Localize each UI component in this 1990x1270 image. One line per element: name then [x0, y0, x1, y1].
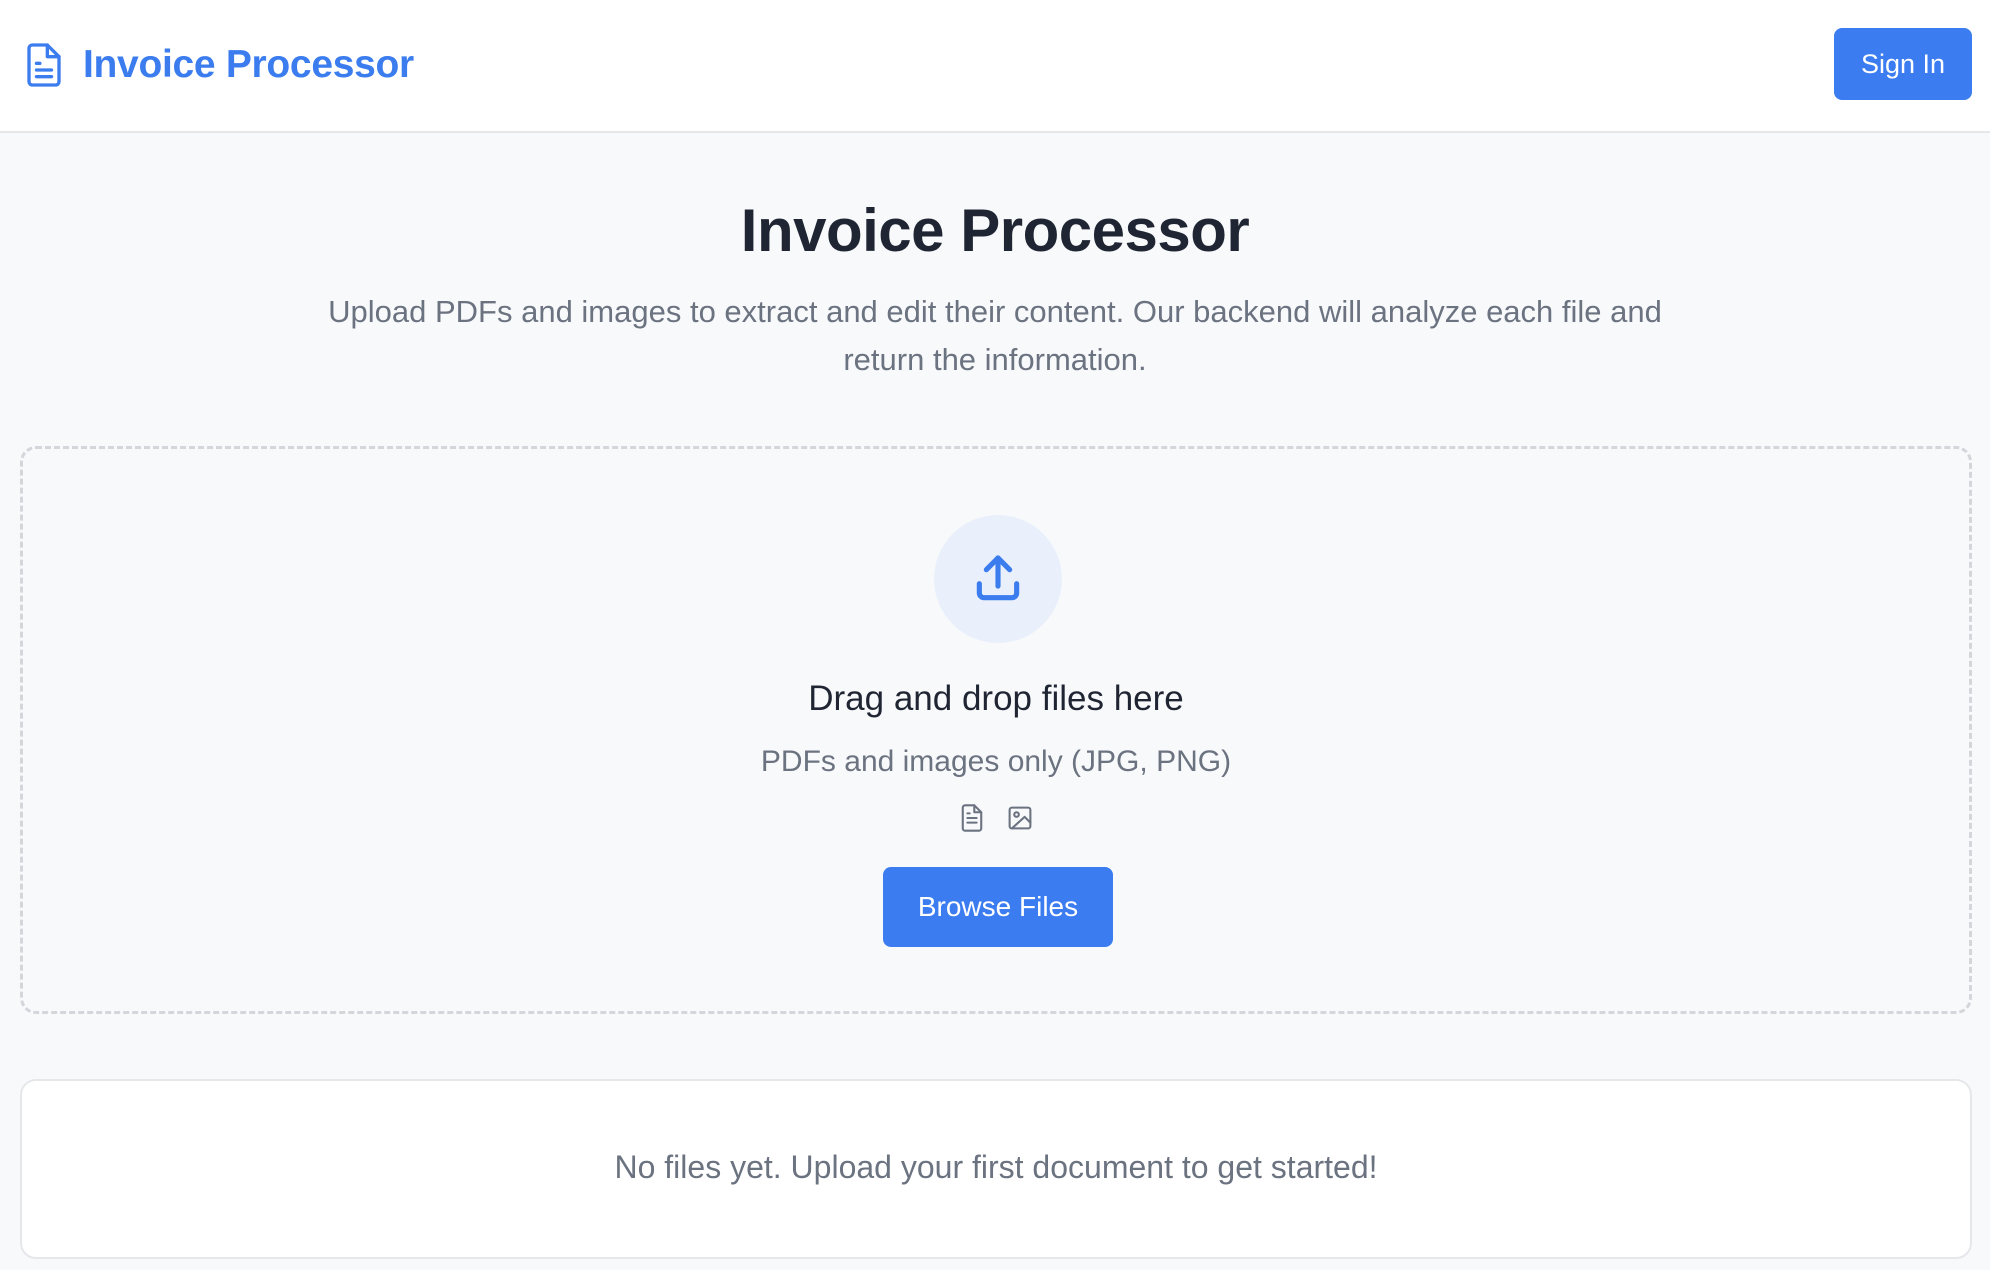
- brand[interactable]: Invoice Processor: [24, 40, 414, 90]
- brand-title: Invoice Processor: [83, 43, 414, 86]
- browse-files-button[interactable]: Browse Files: [883, 867, 1113, 947]
- upload-icon: [970, 551, 1026, 607]
- upload-icon-circle: [934, 515, 1062, 643]
- pdf-file-icon: [958, 803, 986, 833]
- page-subtitle: Upload PDFs and images to extract and ed…: [328, 294, 1662, 377]
- document-icon: [24, 41, 64, 89]
- page-title: Invoice Processor: [740, 197, 1250, 264]
- empty-files-message: No files yet. Upload your first document…: [614, 1149, 1378, 1185]
- dropzone-hint: PDFs and images only (JPG, PNG): [760, 745, 1232, 778]
- files-list-card: No files yet. Upload your first document…: [20, 1079, 1972, 1259]
- sign-in-button[interactable]: Sign In: [1834, 28, 1972, 100]
- dropzone-title: Drag and drop files here: [808, 679, 1184, 718]
- top-header: Invoice Processor Sign In: [0, 0, 1990, 133]
- file-type-icons: [23, 803, 1969, 833]
- file-dropzone[interactable]: Drag and drop files here PDFs and images…: [20, 446, 1972, 1014]
- image-file-icon: [1006, 803, 1034, 833]
